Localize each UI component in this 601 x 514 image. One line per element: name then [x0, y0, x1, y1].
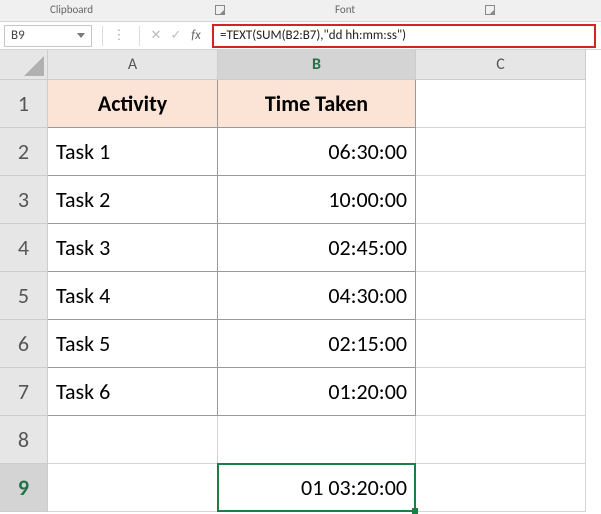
row-header[interactable]: 8	[0, 416, 48, 464]
row-header[interactable]: 4	[0, 224, 48, 272]
cell-time[interactable]: 01:20:00	[218, 368, 416, 416]
font-dialog-launcher-icon[interactable]	[485, 5, 495, 15]
ribbon-group-font: Font	[335, 3, 355, 16]
grid: A B C Activity Time Taken Task 1 06:30:0…	[48, 50, 601, 512]
cell[interactable]	[416, 464, 586, 512]
cell[interactable]	[416, 176, 586, 224]
column-header-active[interactable]: B	[218, 50, 416, 80]
dots-icon: ⋮	[109, 28, 129, 43]
cell-activity[interactable]: Task 6	[48, 368, 218, 416]
cell-time[interactable]: 02:45:00	[218, 224, 416, 272]
table-row: 01 03:20:00	[48, 464, 601, 512]
table-row: Task 6 01:20:00	[48, 368, 601, 416]
formula-input[interactable]: =TEXT(SUM(B2:B7),"dd hh:mm:ss")	[212, 24, 596, 48]
cell[interactable]	[416, 224, 586, 272]
table-row	[48, 416, 601, 464]
divider	[139, 26, 140, 46]
name-box[interactable]: B9	[4, 25, 92, 47]
cell-time[interactable]: 10:00:00	[218, 176, 416, 224]
worksheet: 1 2 3 4 5 6 7 8 9 A B C Activity Time Ta…	[0, 50, 601, 512]
row-header[interactable]: 5	[0, 272, 48, 320]
fill-handle[interactable]	[412, 508, 418, 514]
row-headers: 1 2 3 4 5 6 7 8 9	[0, 50, 48, 512]
table-row: Task 1 06:30:00	[48, 128, 601, 176]
cell[interactable]	[48, 416, 218, 464]
table-row: Activity Time Taken	[48, 80, 601, 128]
row-header[interactable]: 6	[0, 320, 48, 368]
column-header[interactable]: A	[48, 50, 218, 80]
cell[interactable]	[416, 368, 586, 416]
row-header[interactable]: 1	[0, 80, 48, 128]
cell-time[interactable]: 02:15:00	[218, 320, 416, 368]
cell[interactable]	[218, 416, 416, 464]
cell-reference: B9	[11, 28, 25, 43]
chevron-down-icon[interactable]	[77, 33, 85, 38]
table-row: Task 4 04:30:00	[48, 272, 601, 320]
result-value: 01 03:20:00	[301, 474, 407, 501]
fx-icon[interactable]: fx	[186, 28, 206, 43]
cell[interactable]	[416, 272, 586, 320]
cancel-icon[interactable]: ✕	[146, 28, 166, 43]
cell-activity[interactable]: Task 5	[48, 320, 218, 368]
table-row: Task 5 02:15:00	[48, 320, 601, 368]
selected-cell[interactable]: 01 03:20:00	[218, 464, 416, 512]
cell[interactable]	[416, 80, 586, 128]
cell[interactable]	[416, 128, 586, 176]
ribbon-group-label: Clipboard	[50, 3, 93, 16]
header-cell-activity[interactable]: Activity	[48, 80, 218, 128]
cell[interactable]	[416, 416, 586, 464]
ribbon-group-label: Font	[335, 3, 355, 16]
cell[interactable]	[48, 464, 218, 512]
formula-bar: B9 ⋮ ✕ ✓ fx =TEXT(SUM(B2:B7),"dd hh:mm:s…	[0, 22, 601, 50]
cell[interactable]	[416, 320, 586, 368]
clipboard-dialog-launcher-icon[interactable]	[215, 5, 225, 15]
divider	[102, 26, 103, 46]
cell-activity[interactable]: Task 2	[48, 176, 218, 224]
formula-text: =TEXT(SUM(B2:B7),"dd hh:mm:ss")	[220, 28, 406, 43]
header-cell-time[interactable]: Time Taken	[218, 80, 416, 128]
column-header[interactable]: C	[416, 50, 586, 80]
enter-icon[interactable]: ✓	[166, 28, 186, 43]
row-header[interactable]: 3	[0, 176, 48, 224]
row-header-active[interactable]: 9	[0, 464, 48, 512]
cell-activity[interactable]: Task 1	[48, 128, 218, 176]
cell-time[interactable]: 04:30:00	[218, 272, 416, 320]
cell-activity[interactable]: Task 4	[48, 272, 218, 320]
column-headers: A B C	[48, 50, 601, 80]
table-row: Task 3 02:45:00	[48, 224, 601, 272]
ribbon-group-clipboard: Clipboard	[50, 3, 93, 16]
cell-time[interactable]: 06:30:00	[218, 128, 416, 176]
ribbon-group-labels: Clipboard Font	[0, 0, 601, 22]
cell-activity[interactable]: Task 3	[48, 224, 218, 272]
select-all-corner[interactable]	[0, 50, 48, 80]
row-header[interactable]: 2	[0, 128, 48, 176]
table-row: Task 2 10:00:00	[48, 176, 601, 224]
row-header[interactable]: 7	[0, 368, 48, 416]
